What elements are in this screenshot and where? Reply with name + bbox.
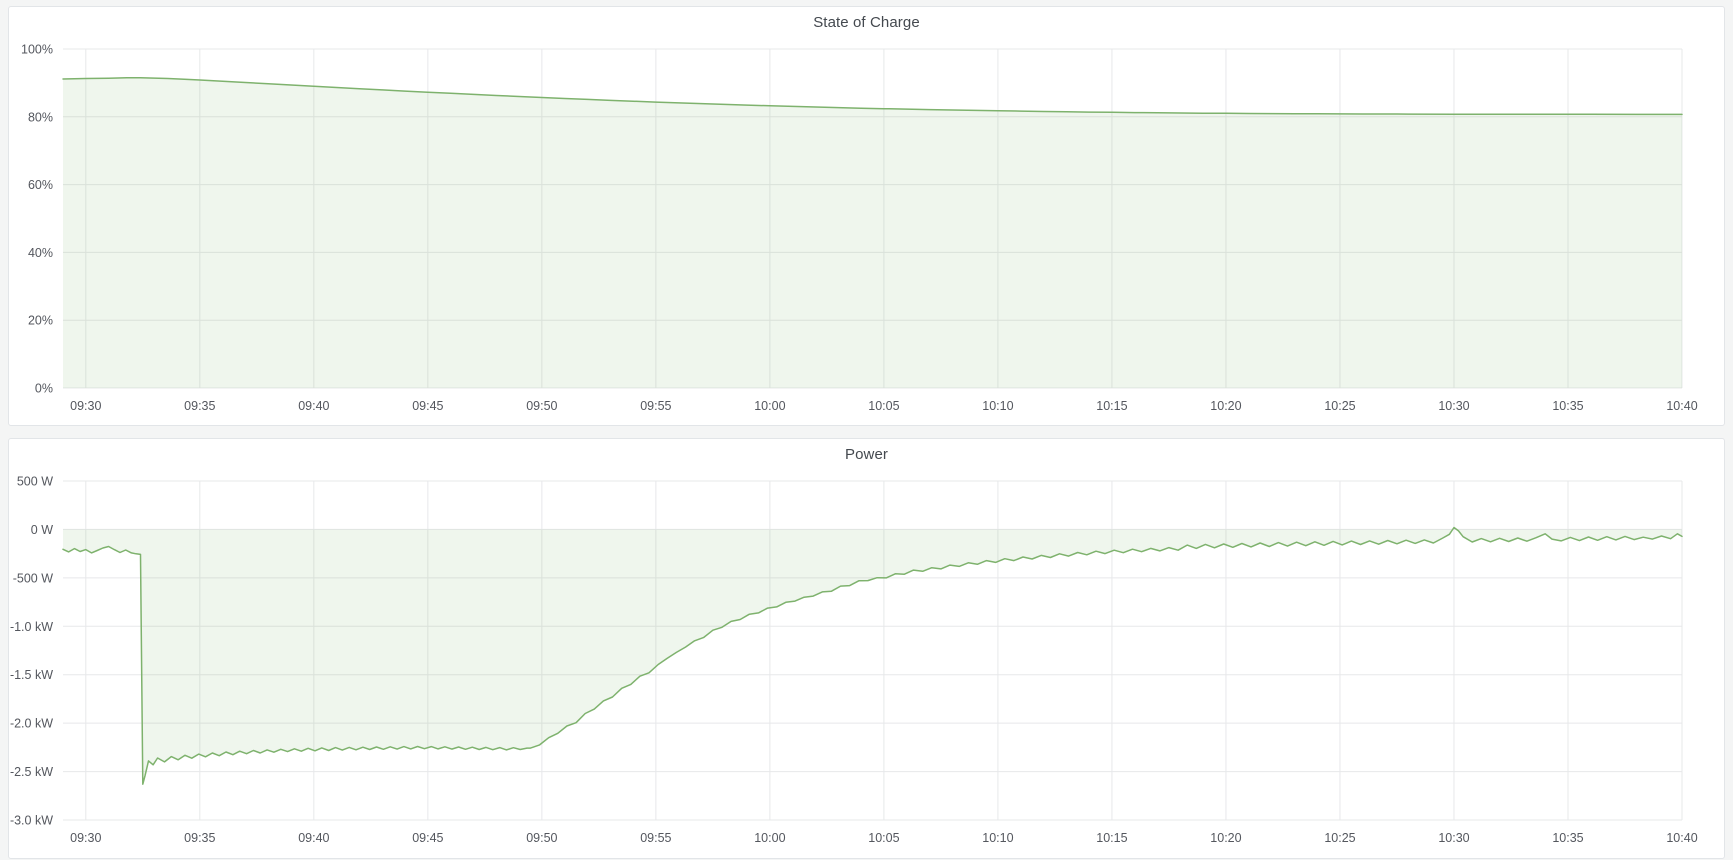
x-tick-label: 10:40 [1666,399,1697,413]
x-tick-label: 10:10 [982,399,1013,413]
y-tick-label: 500 W [17,475,53,489]
x-tick-label: 10:15 [1096,831,1127,845]
x-tick-label: 10:30 [1438,831,1469,845]
y-tick-label: 0% [35,382,53,396]
x-tick-label: 10:15 [1096,399,1127,413]
x-tick-label: 09:35 [184,399,215,413]
x-tick-label: 10:00 [754,399,785,413]
x-tick-label: 09:55 [640,399,671,413]
y-tick-label: 20% [28,314,53,328]
x-tick-label: 09:40 [298,831,329,845]
series-area [63,528,1682,785]
y-tick-label: -1.5 kW [10,668,53,682]
x-tick-label: 10:30 [1438,399,1469,413]
x-tick-label: 10:40 [1666,831,1697,845]
x-tick-label: 10:20 [1210,399,1241,413]
x-tick-label: 09:55 [640,831,671,845]
y-tick-label: 40% [28,246,53,260]
panel-state-of-charge: State of Charge 0%20%40%60%80%100%09:300… [8,6,1725,426]
power-chart[interactable]: 500 W 0 W -500 W -1.0 kW -1.5 kW -2.0 kW -2.5 … [9,439,1724,856]
x-tick-label: 10:20 [1210,831,1241,845]
x-tick-label: 10:25 [1324,831,1355,845]
state-of-charge-chart[interactable]: 0% 20% 40% 60% 80% 100% 09:30 09:35 09:40 09:45 09… [9,7,1724,423]
x-tick-label: 10:10 [982,831,1013,845]
x-tick-label: 09:30 [70,399,101,413]
dashboard: State of Charge 0%20%40%60%80%100%09:300… [0,0,1733,859]
x-tick-label: 09:50 [526,831,557,845]
x-tick-label: 10:35 [1552,831,1583,845]
panel-power: Power 500 W 0 W -500 W -1.0 kW -1.5 kW -2.0 k… [8,438,1725,859]
y-tick-label: -1.0 kW [10,620,53,634]
x-tick-label: 10:00 [754,831,785,845]
x-tick-label: 10:05 [868,831,899,845]
x-tick-label: 09:35 [184,831,215,845]
x-tick-label: 09:40 [298,399,329,413]
y-tick-label: -500 W [13,571,53,585]
y-tick-label: 60% [28,178,53,192]
x-tick-label: 09:45 [412,831,443,845]
panel-title-state-of-charge[interactable]: State of Charge [9,14,1724,31]
x-tick-label: 10:05 [868,399,899,413]
x-tick-label: 09:30 [70,831,101,845]
y-tick-label: -3.0 kW [10,814,53,828]
y-tick-label: 0 W [31,523,53,537]
series-area [63,78,1682,388]
x-tick-label: 10:35 [1552,399,1583,413]
y-tick-label: -2.0 kW [10,717,53,731]
x-tick-label: 10:25 [1324,399,1355,413]
y-tick-label: 80% [28,110,53,124]
y-tick-label: -2.5 kW [10,765,53,779]
x-tick-label: 09:50 [526,399,557,413]
panel-title-power[interactable]: Power [9,446,1724,463]
x-tick-label: 09:45 [412,399,443,413]
y-tick-label: 100% [21,43,53,57]
